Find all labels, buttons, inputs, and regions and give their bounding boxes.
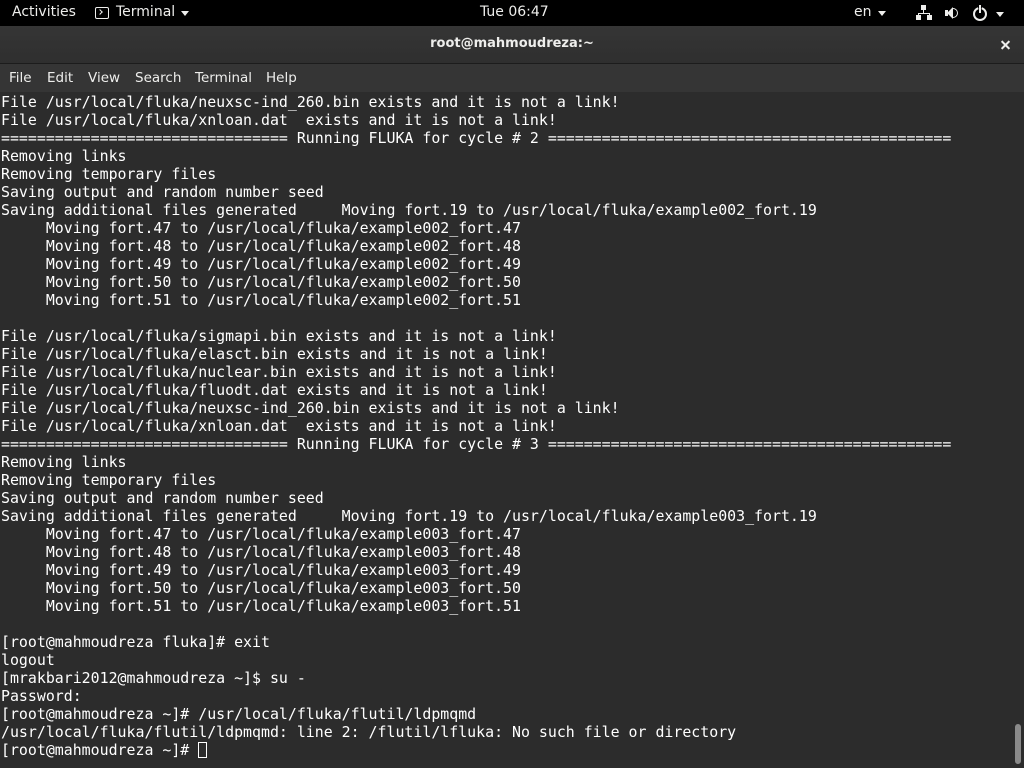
terminal-line: [mrakbari2012@mahmoudreza ~]$ su - bbox=[1, 669, 306, 687]
chevron-down-icon bbox=[877, 10, 886, 16]
terminal-line: File /usr/local/fluka/xnloan.dat exists … bbox=[1, 111, 557, 129]
terminal-line: File /usr/local/fluka/sigmapi.bin exists… bbox=[1, 327, 557, 345]
app-menu-label: Terminal bbox=[116, 4, 176, 20]
terminal-prompt: [root@mahmoudreza ~]# bbox=[1, 741, 199, 759]
window-title: root@mahmoudreza:~ bbox=[430, 36, 594, 51]
terminal-line: File /usr/local/fluka/neuxsc-ind_260.bin… bbox=[1, 399, 620, 417]
terminal-view[interactable]: File /usr/local/fluka/neuxsc-ind_260.bin… bbox=[0, 92, 1024, 768]
terminal-line: ================================ Running… bbox=[1, 129, 952, 147]
terminal-line: Saving output and random number seed bbox=[1, 183, 324, 201]
power-icon bbox=[972, 5, 988, 21]
menu-terminal[interactable]: Terminal bbox=[195, 70, 252, 86]
chevron-down-icon bbox=[181, 10, 190, 16]
scrollbar[interactable] bbox=[1012, 92, 1024, 768]
terminal-line: Moving fort.50 to /usr/local/fluka/examp… bbox=[1, 273, 521, 291]
terminal-line: File /usr/local/fluka/neuxsc-ind_260.bin… bbox=[1, 93, 620, 111]
terminal-line: Moving fort.47 to /usr/local/fluka/examp… bbox=[1, 219, 521, 237]
terminal-line: File /usr/local/fluka/elasct.bin exists … bbox=[1, 345, 548, 363]
system-tray[interactable] bbox=[916, 5, 1004, 21]
scrollbar-thumb[interactable] bbox=[1015, 724, 1021, 764]
menu-help[interactable]: Help bbox=[266, 70, 297, 86]
menu-file[interactable]: File bbox=[9, 70, 32, 86]
terminal-line: Saving additional files generated Moving… bbox=[1, 201, 817, 219]
menu-search[interactable]: Search bbox=[135, 70, 181, 86]
terminal-line: Moving fort.48 to /usr/local/fluka/examp… bbox=[1, 237, 521, 255]
terminal-line: [root@mahmoudreza fluka]# exit bbox=[1, 633, 270, 651]
close-icon[interactable] bbox=[996, 35, 1016, 55]
terminal-line: Removing temporary files bbox=[1, 471, 217, 489]
terminal-line: Moving fort.47 to /usr/local/fluka/examp… bbox=[1, 525, 521, 543]
terminal-line: Saving output and random number seed bbox=[1, 489, 324, 507]
terminal-output: File /usr/local/fluka/neuxsc-ind_260.bin… bbox=[1, 93, 1006, 759]
menu-view[interactable]: View bbox=[88, 70, 120, 86]
terminal-line: Saving additional files generated Moving… bbox=[1, 507, 817, 525]
terminal-line: File /usr/local/fluka/nuclear.bin exists… bbox=[1, 363, 557, 381]
language-selector[interactable]: en bbox=[854, 4, 886, 20]
terminal-line: logout bbox=[1, 651, 55, 669]
terminal-line: Moving fort.51 to /usr/local/fluka/examp… bbox=[1, 291, 521, 309]
terminal-line: File /usr/local/fluka/fluodt.dat exists … bbox=[1, 381, 548, 399]
terminal-line: Moving fort.50 to /usr/local/fluka/examp… bbox=[1, 579, 521, 597]
terminal-line: ================================ Running… bbox=[1, 435, 952, 453]
chevron-down-icon bbox=[996, 11, 1004, 17]
language-label: en bbox=[854, 4, 872, 20]
terminal-line: Removing temporary files bbox=[1, 165, 217, 183]
window-titlebar[interactable]: root@mahmoudreza:~ bbox=[0, 26, 1024, 64]
terminal-line: [root@mahmoudreza ~]# /usr/local/fluka/f… bbox=[1, 705, 477, 723]
terminal-line: Removing links bbox=[1, 147, 127, 165]
terminal-prompt-line[interactable]: [root@mahmoudreza ~]# bbox=[1, 741, 1006, 759]
terminal-line: Moving fort.49 to /usr/local/fluka/examp… bbox=[1, 255, 521, 273]
menu-bar: File Edit View Search Terminal Help bbox=[0, 64, 1024, 92]
terminal-line: File /usr/local/fluka/xnloan.dat exists … bbox=[1, 417, 557, 435]
terminal-icon bbox=[95, 7, 109, 19]
terminal-line: Moving fort.49 to /usr/local/fluka/examp… bbox=[1, 561, 521, 579]
network-icon bbox=[916, 5, 932, 21]
menu-edit[interactable]: Edit bbox=[47, 70, 73, 86]
terminal-line: /usr/local/fluka/flutil/ldpmqmd: line 2:… bbox=[1, 723, 737, 741]
app-menu[interactable]: Terminal bbox=[95, 4, 190, 20]
terminal-cursor bbox=[198, 742, 208, 758]
volume-icon bbox=[944, 5, 960, 21]
top-bar: Activities Terminal Tue 06:47 en bbox=[0, 0, 1024, 26]
terminal-line: Moving fort.51 to /usr/local/fluka/examp… bbox=[1, 597, 521, 615]
activities-button[interactable]: Activities bbox=[12, 4, 76, 20]
terminal-line: Moving fort.48 to /usr/local/fluka/examp… bbox=[1, 543, 521, 561]
terminal-line: Removing links bbox=[1, 453, 127, 471]
terminal-line: Password: bbox=[1, 687, 82, 705]
clock[interactable]: Tue 06:47 bbox=[480, 4, 549, 20]
